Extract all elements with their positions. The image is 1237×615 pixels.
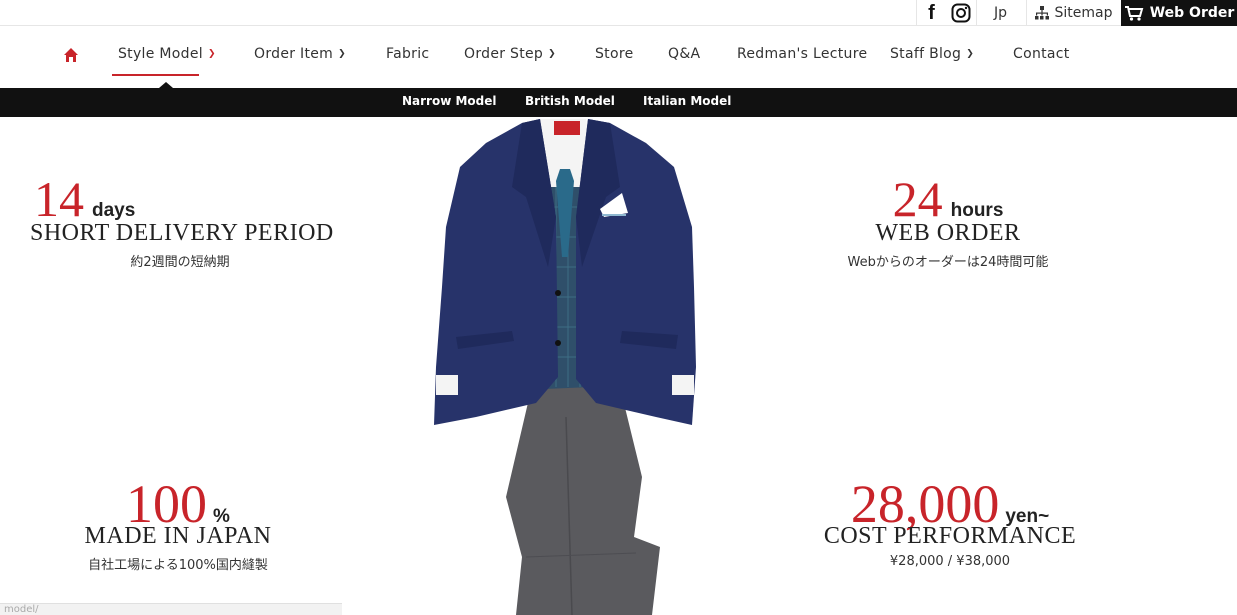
- home-icon[interactable]: [63, 47, 79, 63]
- chevron-down-icon: ❯: [207, 49, 216, 59]
- nav-item-order-step[interactable]: Order Step ❯: [464, 46, 556, 62]
- web-order-button[interactable]: Web Order: [1121, 0, 1237, 26]
- nav-item-store[interactable]: Store: [595, 46, 634, 62]
- stat-title: COST PERFORMANCE: [823, 523, 1077, 549]
- nav-item-staff-blog[interactable]: Staff Blog ❯: [890, 46, 974, 62]
- stat-subtitle: ¥28,000 / ¥38,000: [889, 554, 1011, 569]
- chevron-down-icon: ❯: [338, 49, 346, 59]
- stat-subtitle: Webからのオーダーは24時間可能: [847, 255, 1049, 270]
- stat-subtitle: 約2週間の短納期: [130, 255, 230, 270]
- stat-unit: days: [92, 200, 136, 221]
- status-url: model/: [0, 603, 342, 615]
- cart-icon: [1124, 6, 1144, 21]
- chevron-down-icon: ❯: [548, 49, 556, 59]
- stat-short-delivery: 14 days SHORT DELIVERY PERIOD 約2週間の短納期: [30, 170, 334, 270]
- chevron-down-icon: ❯: [966, 49, 975, 59]
- web-order-label: Web Order: [1149, 5, 1235, 21]
- nav-item-contact[interactable]: Contact: [1013, 46, 1070, 62]
- style-model-subnav: Narrow Model British Model Italian Model: [0, 88, 1237, 117]
- top-utility-bar: f Jp Sitemap Web Order: [0, 0, 1237, 26]
- stat-title: WEB ORDER: [875, 220, 1021, 246]
- nav-item-order-item[interactable]: Order Item ❯: [254, 46, 346, 62]
- stat-made-in-japan: 100 % MADE IN JAPAN 自社工場による100%国内縫製: [30, 473, 326, 573]
- subnav-item-italian-model[interactable]: Italian Model: [643, 94, 731, 108]
- nav-item-redmans-lecture[interactable]: Redman's Lecture: [737, 46, 867, 62]
- stat-title: SHORT DELIVERY PERIOD: [30, 220, 334, 246]
- hero-section: 14 days SHORT DELIVERY PERIOD 約2週間の短納期 2…: [0, 117, 1237, 615]
- nav-item-qa[interactable]: Q&A: [668, 46, 700, 62]
- sitemap-link[interactable]: Sitemap: [1026, 0, 1120, 26]
- active-nav-indicator: [112, 74, 199, 76]
- instagram-icon[interactable]: [946, 0, 976, 26]
- subnav-item-narrow-model[interactable]: Narrow Model: [402, 94, 497, 108]
- language-switch[interactable]: Jp: [976, 0, 1024, 26]
- stat-unit: hours: [950, 200, 1004, 221]
- main-navigation: Style Model ❯ Order Item ❯ Fabric Order St…: [0, 26, 1237, 88]
- stat-title: MADE IN JAPAN: [84, 523, 272, 549]
- nav-item-style-model[interactable]: Style Model ❯: [118, 46, 216, 62]
- sitemap-icon: [1034, 6, 1049, 20]
- facebook-icon[interactable]: f: [916, 0, 946, 26]
- subnav-item-british-model[interactable]: British Model: [525, 94, 615, 108]
- stat-subtitle: 自社工場による100%国内縫製: [88, 558, 268, 573]
- sitemap-label: Sitemap: [1054, 5, 1113, 21]
- stat-cost-performance: 28,000 yen~ COST PERFORMANCE ¥28,000 / ¥…: [800, 473, 1100, 569]
- suit-image: [434, 119, 696, 615]
- nav-item-fabric[interactable]: Fabric: [386, 46, 429, 62]
- stat-web-order: 24 hours WEB ORDER Webからのオーダーは24時間可能: [798, 170, 1098, 270]
